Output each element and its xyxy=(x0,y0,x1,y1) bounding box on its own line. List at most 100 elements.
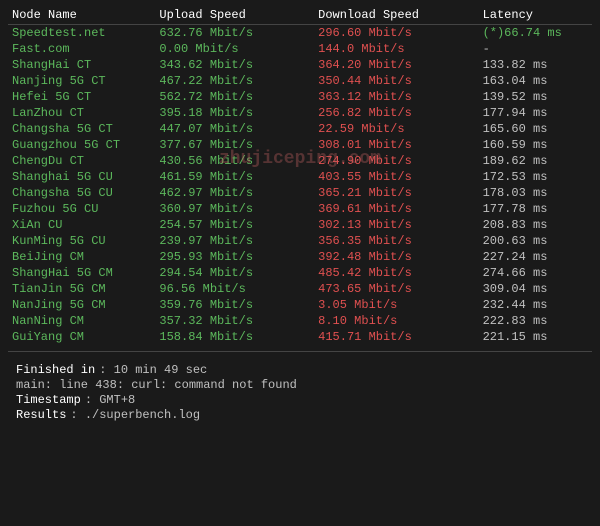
cell-latency: 165.60 ms xyxy=(479,121,592,137)
cell-download: 392.48 Mbit/s xyxy=(314,249,478,265)
table-row: Hefei 5G CT562.72 Mbit/s363.12 Mbit/s139… xyxy=(8,89,592,105)
cell-download: 308.01 Mbit/s xyxy=(314,137,478,153)
cell-node: Shanghai 5G CU xyxy=(8,169,155,185)
cell-node: ChengDu CT xyxy=(8,153,155,169)
cell-download: 8.10 Mbit/s xyxy=(314,313,478,329)
cell-latency: 189.62 ms xyxy=(479,153,592,169)
cell-upload: 158.84 Mbit/s xyxy=(155,329,314,345)
header-upload: Upload Speed xyxy=(155,6,314,25)
cell-download: 415.71 Mbit/s xyxy=(314,329,478,345)
cell-download: 364.20 Mbit/s xyxy=(314,57,478,73)
cell-upload: 395.18 Mbit/s xyxy=(155,105,314,121)
cell-download: 144.0 Mbit/s xyxy=(314,41,478,57)
table-row: Changsha 5G CU462.97 Mbit/s365.21 Mbit/s… xyxy=(8,185,592,201)
cell-download: 274.90 Mbit/s xyxy=(314,153,478,169)
cell-latency: 133.82 ms xyxy=(479,57,592,73)
cell-latency: 274.66 ms xyxy=(479,265,592,281)
cell-node: Speedtest.net xyxy=(8,25,155,42)
table-row: Speedtest.net632.76 Mbit/s296.60 Mbit/s(… xyxy=(8,25,592,42)
cell-node: Changsha 5G CT xyxy=(8,121,155,137)
cell-upload: 447.07 Mbit/s xyxy=(155,121,314,137)
cell-download: 473.65 Mbit/s xyxy=(314,281,478,297)
footer-results-row: Results : ./superbench.log xyxy=(16,408,584,422)
cell-upload: 239.97 Mbit/s xyxy=(155,233,314,249)
footer-timestamp-value: : GMT+8 xyxy=(85,393,135,407)
cell-latency: 232.44 ms xyxy=(479,297,592,313)
cell-node: Nanjing 5G CT xyxy=(8,73,155,89)
results-table: Node Name Upload Speed Download Speed La… xyxy=(8,6,592,345)
footer-timestamp-label: Timestamp xyxy=(16,393,81,407)
footer-results-label: Results xyxy=(16,408,66,422)
table-row: ShangHai CT343.62 Mbit/s364.20 Mbit/s133… xyxy=(8,57,592,73)
table-row: Fast.com0.00 Mbit/s144.0 Mbit/s- xyxy=(8,41,592,57)
table-row: Nanjing 5G CT467.22 Mbit/s350.44 Mbit/s1… xyxy=(8,73,592,89)
cell-upload: 0.00 Mbit/s xyxy=(155,41,314,57)
table-row: TianJin 5G CM96.56 Mbit/s473.65 Mbit/s30… xyxy=(8,281,592,297)
table-row: Shanghai 5G CU461.59 Mbit/s403.55 Mbit/s… xyxy=(8,169,592,185)
table-row: NanNing CM357.32 Mbit/s8.10 Mbit/s222.83… xyxy=(8,313,592,329)
footer-finished-label: Finished in xyxy=(16,363,95,377)
table-row: LanZhou CT395.18 Mbit/s256.82 Mbit/s177.… xyxy=(8,105,592,121)
cell-node: Hefei 5G CT xyxy=(8,89,155,105)
cell-latency: 177.94 ms xyxy=(479,105,592,121)
cell-download: 356.35 Mbit/s xyxy=(314,233,478,249)
table-row: NanJing 5G CM359.76 Mbit/s3.05 Mbit/s232… xyxy=(8,297,592,313)
cell-latency: 200.63 ms xyxy=(479,233,592,249)
cell-node: Guangzhou 5G CT xyxy=(8,137,155,153)
footer-timestamp-row: Timestamp : GMT+8 xyxy=(16,393,584,407)
table-row: Changsha 5G CT447.07 Mbit/s22.59 Mbit/s1… xyxy=(8,121,592,137)
table-row: Guangzhou 5G CT377.67 Mbit/s308.01 Mbit/… xyxy=(8,137,592,153)
cell-upload: 562.72 Mbit/s xyxy=(155,89,314,105)
cell-upload: 377.67 Mbit/s xyxy=(155,137,314,153)
cell-node: Fuzhou 5G CU xyxy=(8,201,155,217)
cell-upload: 343.62 Mbit/s xyxy=(155,57,314,73)
cell-upload: 254.57 Mbit/s xyxy=(155,217,314,233)
cell-node: NanJing 5G CM xyxy=(8,297,155,313)
cell-latency: 222.83 ms xyxy=(479,313,592,329)
header-download: Download Speed xyxy=(314,6,478,25)
cell-node: NanNing CM xyxy=(8,313,155,329)
cell-upload: 461.59 Mbit/s xyxy=(155,169,314,185)
cell-node: Fast.com xyxy=(8,41,155,57)
divider xyxy=(8,351,592,352)
cell-latency: 139.52 ms xyxy=(479,89,592,105)
cell-latency: 221.15 ms xyxy=(479,329,592,345)
cell-upload: 96.56 Mbit/s xyxy=(155,281,314,297)
table-row: XiAn CU254.57 Mbit/s302.13 Mbit/s208.83 … xyxy=(8,217,592,233)
cell-download: 302.13 Mbit/s xyxy=(314,217,478,233)
cell-node: BeiJing CM xyxy=(8,249,155,265)
footer-finished-value: : 10 min 49 sec xyxy=(99,363,207,377)
header-node: Node Name xyxy=(8,6,155,25)
table-body: Speedtest.net632.76 Mbit/s296.60 Mbit/s(… xyxy=(8,25,592,346)
cell-download: 256.82 Mbit/s xyxy=(314,105,478,121)
cell-download: 363.12 Mbit/s xyxy=(314,89,478,105)
header-latency: Latency xyxy=(479,6,592,25)
cell-node: LanZhou CT xyxy=(8,105,155,121)
cell-upload: 360.97 Mbit/s xyxy=(155,201,314,217)
footer-error-row: main: line 438: curl: command not found xyxy=(16,378,584,392)
footer-finished-row: Finished in : 10 min 49 sec xyxy=(16,363,584,377)
table-wrapper: zhujiceping.com Node Name Upload Speed D… xyxy=(8,6,592,345)
cell-download: 3.05 Mbit/s xyxy=(314,297,478,313)
cell-node: ShangHai 5G CM xyxy=(8,265,155,281)
cell-node: TianJin 5G CM xyxy=(8,281,155,297)
footer-error-text: main: line 438: curl: command not found xyxy=(16,378,297,392)
cell-upload: 467.22 Mbit/s xyxy=(155,73,314,89)
cell-upload: 430.56 Mbit/s xyxy=(155,153,314,169)
cell-download: 369.61 Mbit/s xyxy=(314,201,478,217)
table-header-row: Node Name Upload Speed Download Speed La… xyxy=(8,6,592,25)
cell-download: 485.42 Mbit/s xyxy=(314,265,478,281)
cell-download: 22.59 Mbit/s xyxy=(314,121,478,137)
cell-node: ShangHai CT xyxy=(8,57,155,73)
cell-download: 365.21 Mbit/s xyxy=(314,185,478,201)
cell-latency: 208.83 ms xyxy=(479,217,592,233)
cell-latency: - xyxy=(479,41,592,57)
cell-upload: 357.32 Mbit/s xyxy=(155,313,314,329)
cell-latency: 163.04 ms xyxy=(479,73,592,89)
cell-latency: 172.53 ms xyxy=(479,169,592,185)
table-row: BeiJing CM295.93 Mbit/s392.48 Mbit/s227.… xyxy=(8,249,592,265)
cell-upload: 359.76 Mbit/s xyxy=(155,297,314,313)
table-row: GuiYang CM158.84 Mbit/s415.71 Mbit/s221.… xyxy=(8,329,592,345)
cell-download: 296.60 Mbit/s xyxy=(314,25,478,42)
cell-latency: (*)66.74 ms xyxy=(479,25,592,42)
